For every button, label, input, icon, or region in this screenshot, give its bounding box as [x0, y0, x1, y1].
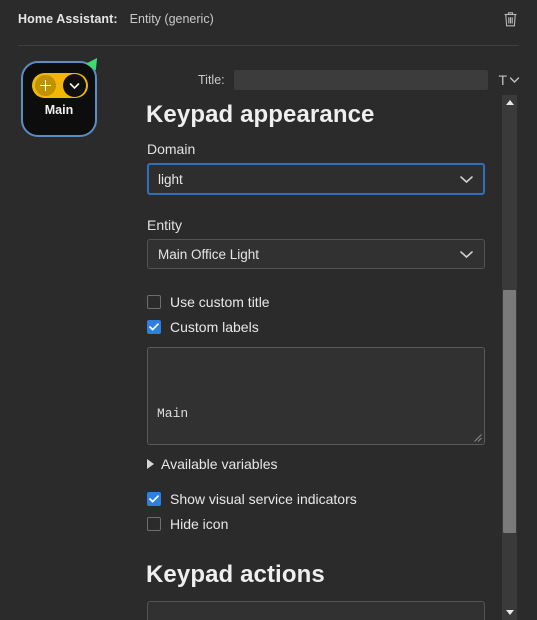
- text-format-dropdown[interactable]: T: [498, 72, 520, 88]
- domain-select[interactable]: light: [147, 163, 485, 195]
- title-label: Title:: [198, 73, 225, 87]
- custom-labels-textarea[interactable]: Main: [147, 347, 485, 445]
- vertical-scrollbar[interactable]: [502, 95, 517, 620]
- resize-handle[interactable]: [473, 433, 482, 442]
- keypad-action-input[interactable]: [147, 601, 485, 620]
- show-visual-service-indicators-label: Show visual service indicators: [170, 491, 357, 507]
- keypad-actions-heading: Keypad actions: [146, 561, 325, 588]
- keypad-appearance-heading: Keypad appearance: [146, 101, 375, 128]
- toggle-pill-shape: [32, 73, 88, 98]
- title-row: Title: T: [198, 68, 520, 92]
- chevron-down-icon: [459, 172, 474, 187]
- keypad-icon-preview[interactable]: Main: [21, 54, 103, 137]
- entity-select[interactable]: Main Office Light: [147, 239, 485, 269]
- plus-icon: [35, 75, 56, 96]
- show-visual-service-indicators-checkbox[interactable]: [147, 492, 161, 506]
- text-format-glyph: T: [498, 72, 507, 88]
- icon-tile[interactable]: Main: [21, 61, 97, 137]
- settings-form-panel: Keypad appearance Domain light Entity Ma…: [140, 95, 498, 620]
- hide-icon-label: Hide icon: [170, 516, 229, 532]
- title-input[interactable]: [233, 70, 489, 90]
- arrow-up-glyph: [505, 100, 514, 105]
- scrollbar-thumb[interactable]: [503, 290, 516, 533]
- icon-tile-label: Main: [44, 103, 74, 117]
- trash-icon[interactable]: [497, 6, 523, 32]
- custom-labels-checkbox-row[interactable]: Custom labels: [147, 316, 498, 338]
- hide-icon-row[interactable]: Hide icon: [147, 513, 498, 535]
- domain-label: Domain: [147, 141, 196, 157]
- entity-type-label: Entity (generic): [129, 12, 214, 26]
- entity-label: Entity: [147, 217, 183, 233]
- domain-select-value: light: [158, 171, 183, 187]
- available-variables-label: Available variables: [161, 456, 278, 472]
- available-variables-disclosure[interactable]: Available variables: [147, 456, 498, 472]
- use-custom-title-checkbox[interactable]: [147, 295, 161, 309]
- entity-select-value: Main Office Light: [158, 246, 260, 262]
- chevron-down-icon: [63, 74, 86, 97]
- custom-labels-checkbox[interactable]: [147, 320, 161, 334]
- header-bar: Home Assistant: Entity (generic): [0, 0, 537, 38]
- chevron-down-icon: [459, 247, 474, 262]
- scroll-down-arrow-icon[interactable]: [502, 605, 517, 620]
- show-visual-service-indicators-row[interactable]: Show visual service indicators: [147, 488, 498, 510]
- check-icon: [149, 495, 159, 503]
- chevron-down-icon: [509, 77, 520, 83]
- arrow-down-glyph: [505, 610, 514, 615]
- custom-labels-label: Custom labels: [170, 319, 259, 335]
- triangle-right-icon: [147, 459, 154, 469]
- use-custom-title-label: Use custom title: [170, 294, 270, 310]
- check-icon: [149, 323, 159, 331]
- app-name-label: Home Assistant:: [18, 12, 118, 26]
- hide-icon-checkbox[interactable]: [147, 517, 161, 531]
- scroll-up-arrow-icon[interactable]: [502, 95, 517, 110]
- custom-labels-textarea-value: Main: [157, 406, 189, 421]
- header-divider: [18, 45, 519, 46]
- use-custom-title-checkbox-row[interactable]: Use custom title: [147, 291, 498, 313]
